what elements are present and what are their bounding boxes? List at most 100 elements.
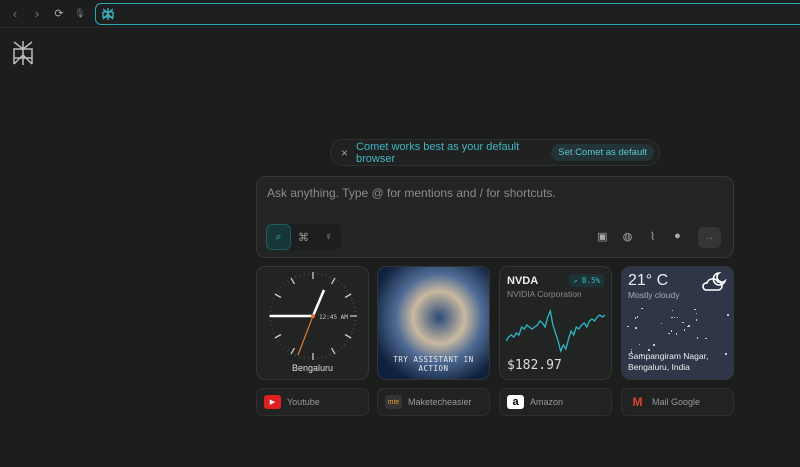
star — [694, 308, 696, 311]
digital-time: 12:45 AM — [319, 314, 348, 321]
youtube-icon: ▶ — [264, 395, 281, 409]
clock-tick — [269, 306, 273, 308]
stock-company: NVIDIA Corporation — [507, 289, 582, 299]
search-mode-icon[interactable]: ⌕ — [266, 224, 291, 250]
clock-tick — [344, 293, 352, 299]
perplexity-favicon-icon — [102, 8, 114, 20]
weather-location-line2: Bengaluru, India — [628, 362, 690, 372]
weather-condition: Mostly cloudy — [628, 290, 680, 300]
star — [688, 325, 690, 327]
globe-icon[interactable]: ◍ — [620, 230, 635, 243]
weather-widget[interactable]: 21° C Mostly cloudy Sampangiram Nagar, Be… — [621, 266, 734, 380]
analog-clock-face: 12:45 AM — [269, 272, 357, 360]
shortcut-amazon[interactable]: a Amazon — [499, 388, 612, 416]
forward-button[interactable]: › — [30, 6, 44, 21]
clock-tick — [345, 339, 349, 343]
default-browser-banner: × Comet works best as your default brows… — [330, 139, 660, 166]
star — [627, 325, 629, 328]
clock-tick — [280, 286, 283, 289]
cloudy-night-icon — [702, 272, 727, 291]
set-default-button[interactable]: Set Comet as default — [551, 144, 654, 161]
shortcut-youtube[interactable]: ▶ Youtube — [256, 388, 369, 416]
microphone-icon[interactable]: ● — [670, 230, 685, 243]
clock-tick — [299, 354, 301, 358]
labs-bulb-icon[interactable]: ♀ — [316, 224, 341, 250]
shortcut-label: Maketecheasier — [408, 397, 472, 407]
clock-tick — [286, 348, 290, 352]
clock-tick — [353, 306, 357, 308]
star — [653, 344, 655, 346]
mode-selector: ⌕ ⌘ ♀ — [266, 224, 341, 250]
search-box[interactable]: Ask anything. Type @ for mentions and / … — [256, 176, 734, 258]
clock-tick — [345, 289, 349, 293]
star — [695, 312, 698, 315]
clock-tick — [330, 347, 336, 355]
gmail-icon: M — [632, 395, 643, 409]
clock-tick — [303, 356, 305, 360]
clock-tick — [271, 328, 275, 330]
clock-tick — [286, 280, 290, 284]
clock-tick — [340, 346, 343, 349]
stock-widget[interactable]: NVDA NVIDIA Corporation ↗ 8.5% $182.97 — [499, 266, 612, 380]
close-banner-button[interactable]: × — [341, 146, 348, 160]
star — [671, 309, 674, 311]
voice-button[interactable]: 🎙 — [73, 8, 87, 19]
clock-tick — [325, 354, 327, 358]
clock-tick — [340, 283, 343, 286]
amazon-icon: a — [507, 395, 524, 409]
sparkline-line — [506, 308, 606, 353]
clock-tick — [343, 343, 346, 346]
clock-tick — [353, 324, 357, 326]
assistant-caption: TRY ASSISTANT IN ACTION — [393, 355, 474, 373]
send-button[interactable]: → — [698, 227, 721, 248]
clock-tick — [321, 272, 323, 276]
shortcut-mail-google[interactable]: M Mail Google — [621, 388, 734, 416]
clock-tick — [299, 274, 301, 278]
star — [636, 316, 639, 318]
clock-city: Bengaluru — [291, 363, 334, 373]
shortcut-label: Amazon — [530, 397, 564, 407]
clock-widget[interactable]: 12:45 AM Bengaluru — [256, 266, 369, 380]
search-input[interactable]: Ask anything. Type @ for mentions and / … — [267, 186, 556, 200]
shortcut-maketecheasier[interactable]: mte Maketecheasier — [377, 388, 490, 416]
clock-tick — [336, 280, 340, 284]
star — [695, 319, 698, 321]
clock-tick — [343, 286, 346, 289]
clock-tick — [277, 289, 281, 293]
clock-tick — [294, 353, 297, 357]
star — [727, 314, 729, 316]
star — [660, 322, 663, 324]
star — [671, 316, 673, 319]
star — [638, 343, 641, 346]
clock-tick — [336, 348, 340, 352]
clock-tick — [330, 277, 336, 285]
clock-tick — [272, 332, 276, 335]
address-bar[interactable] — [95, 3, 800, 25]
assistant-promo-card[interactable]: TRY ASSISTANT IN ACTION — [377, 266, 490, 380]
clock-tick — [277, 339, 281, 343]
clock-tick — [271, 302, 275, 304]
clock-tick — [283, 346, 286, 349]
comet-logo-icon — [13, 41, 33, 65]
star — [683, 329, 686, 331]
star — [675, 333, 678, 335]
clock-tick — [350, 297, 354, 300]
clock-tick — [303, 272, 305, 276]
clock-tick — [280, 343, 283, 346]
clock-tick — [329, 275, 332, 279]
stock-sparkline — [506, 308, 606, 353]
star — [705, 337, 707, 340]
back-button[interactable]: ‹ — [8, 6, 22, 21]
star — [682, 321, 684, 324]
reload-button[interactable]: ⟳ — [52, 7, 66, 20]
star — [676, 316, 679, 319]
second-hand — [297, 315, 314, 356]
research-mode-icon[interactable]: ⌘ — [291, 224, 316, 250]
clock-tick — [283, 283, 286, 286]
model-chip-icon[interactable]: ▣ — [595, 230, 610, 243]
star — [641, 307, 643, 309]
banner-message: Comet works best as your default browser — [356, 140, 520, 165]
clock-tick — [321, 356, 323, 360]
clock-tick — [274, 333, 282, 339]
attach-paperclip-icon[interactable]: ⌇ — [645, 230, 660, 243]
